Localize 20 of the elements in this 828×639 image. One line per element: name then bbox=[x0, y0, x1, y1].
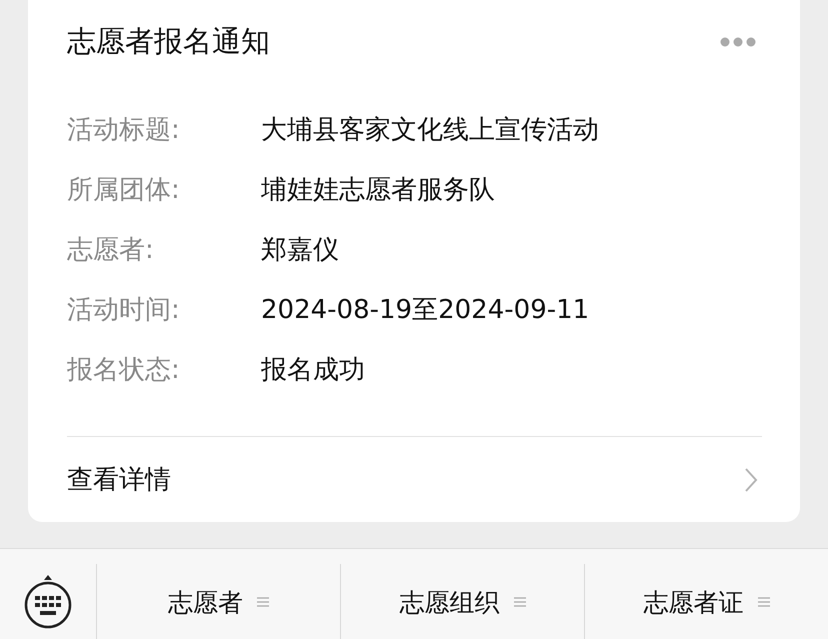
card-title: 志愿者报名通知 bbox=[67, 23, 270, 60]
field-value: 大埔县客家文化线上宣传活动 bbox=[261, 114, 599, 146]
menu-button[interactable]: 志愿组织 bbox=[340, 564, 584, 639]
field-value: 埔娃娃志愿者服务队 bbox=[261, 174, 495, 206]
field-label: 报名状态: bbox=[67, 354, 181, 386]
field-value: 2024-08-19至2024-09-11 bbox=[261, 294, 590, 326]
field-label: 所属团体: bbox=[67, 174, 181, 206]
field-value: 郑嘉仪 bbox=[261, 234, 339, 266]
menu-button[interactable]: 志愿者 bbox=[96, 564, 340, 639]
menu-icon bbox=[514, 596, 526, 608]
menu-button[interactable]: 志愿者证 bbox=[584, 564, 828, 639]
field-label: 活动时间: bbox=[67, 294, 181, 326]
keyboard-icon[interactable] bbox=[24, 574, 72, 630]
field-value: 报名成功 bbox=[261, 354, 365, 386]
field-label: 志愿者: bbox=[67, 234, 155, 266]
field-label: 活动标题: bbox=[67, 114, 181, 146]
view-details-link[interactable]: 查看详情 bbox=[67, 462, 171, 497]
menu-icon bbox=[257, 596, 269, 608]
menu-icon bbox=[758, 596, 770, 608]
chevron-right-icon bbox=[744, 466, 758, 492]
